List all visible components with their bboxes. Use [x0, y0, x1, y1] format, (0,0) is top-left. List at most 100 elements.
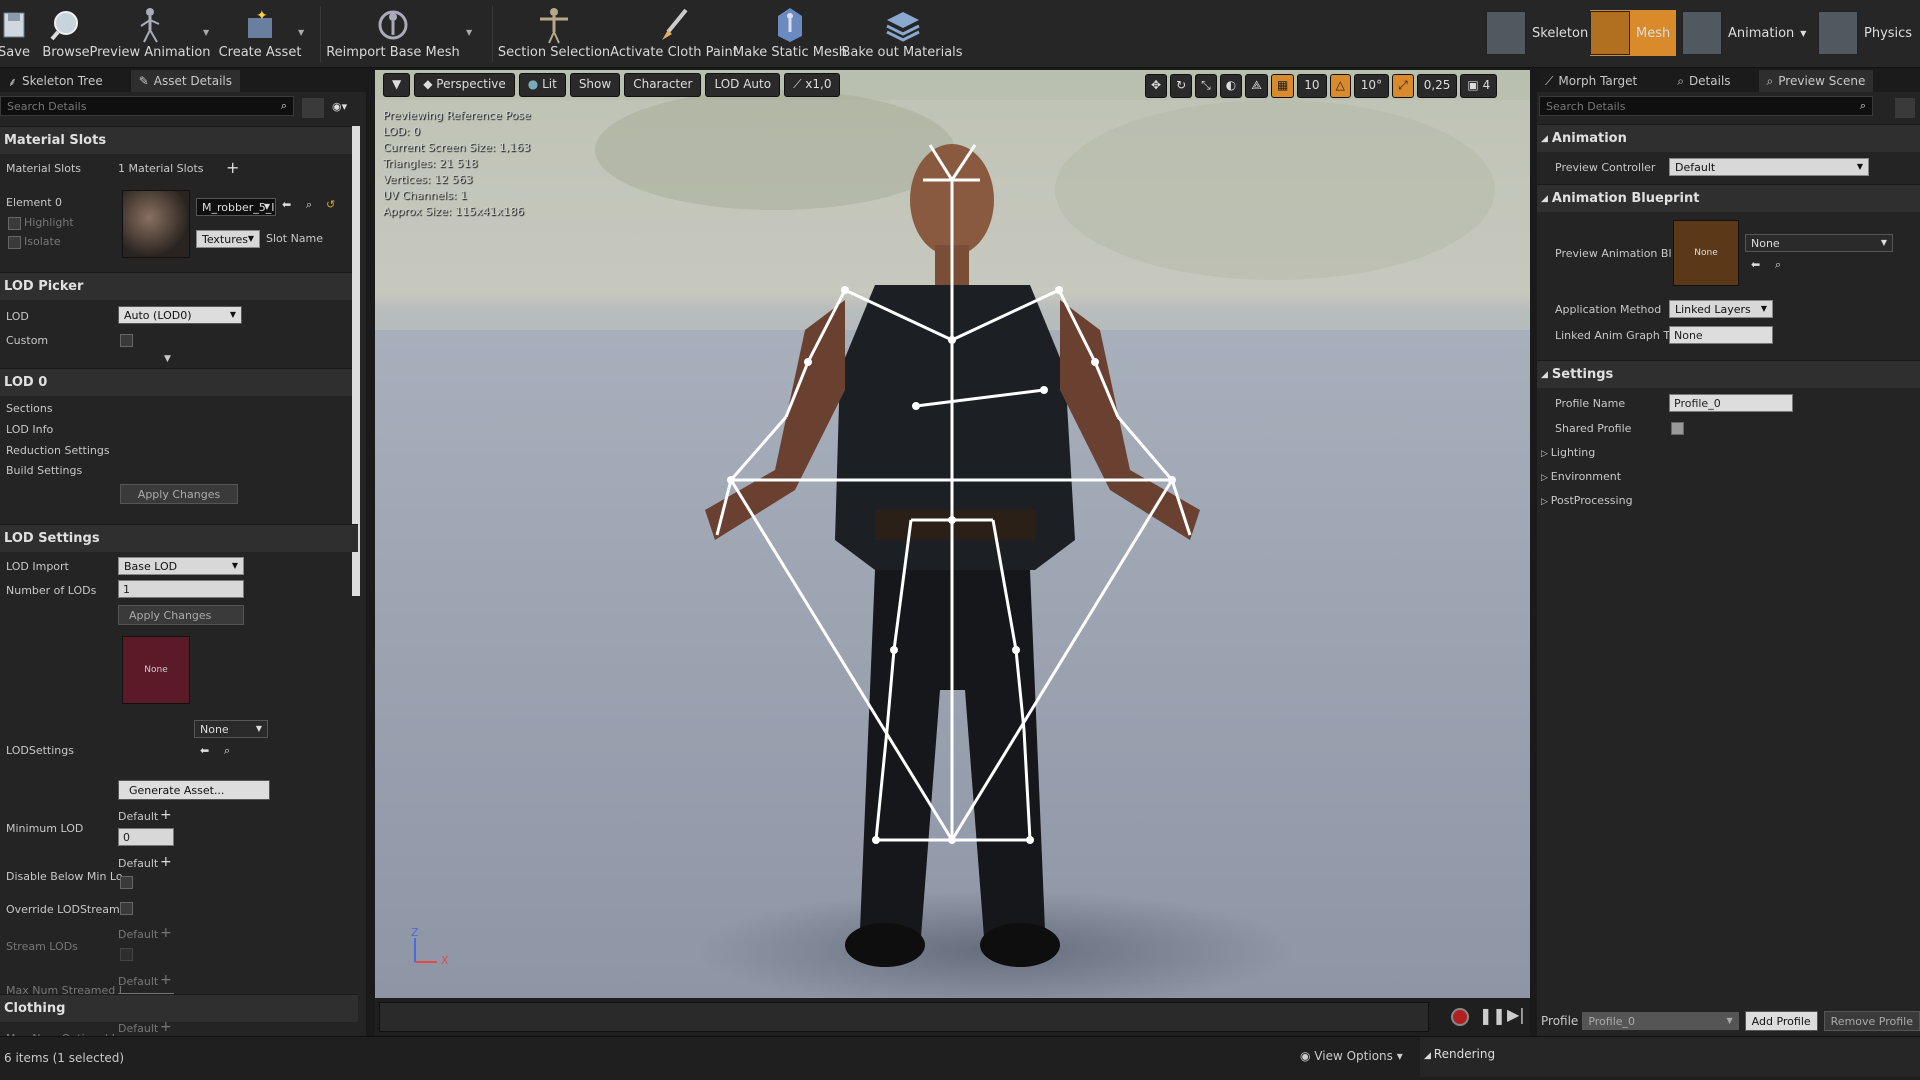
- override-lod-streaming-checkbox[interactable]: [120, 902, 133, 915]
- sections-item[interactable]: Sections: [6, 402, 53, 415]
- view-options-grid-icon[interactable]: [1895, 98, 1915, 118]
- mode-mesh-button[interactable]: Mesh: [1590, 10, 1677, 56]
- custom-checkbox[interactable]: [120, 334, 133, 347]
- lodsettings-thumbnail[interactable]: None: [122, 636, 190, 704]
- apply-changes-button[interactable]: Apply Changes: [120, 484, 238, 504]
- lod-import-dropdown[interactable]: Base LOD ▼: [118, 557, 244, 575]
- clothing-header[interactable]: Clothing: [0, 994, 358, 1022]
- rotation-snap-icon[interactable]: △: [1329, 74, 1351, 98]
- expand-arrow-icon[interactable]: ▼: [164, 354, 171, 364]
- material-dropdown[interactable]: M_robber_5_I ▼: [196, 198, 276, 216]
- material-slots-header[interactable]: Material Slots: [0, 126, 358, 154]
- scale-icon[interactable]: ⤡: [1195, 74, 1217, 98]
- tab-details[interactable]: ⌕ Details: [1669, 70, 1738, 92]
- camera-speed-button[interactable]: ▣ 4: [1460, 74, 1498, 98]
- tab-preview-scene[interactable]: ⌕ Preview Scene: [1758, 70, 1874, 92]
- timeline-track[interactable]: [379, 1002, 1429, 1032]
- reimport-dropdown-icon[interactable]: ▼: [466, 28, 472, 37]
- view-options-button[interactable]: ◉ View Options ▾: [1300, 1049, 1403, 1063]
- lod-picker-header[interactable]: LOD Picker: [0, 272, 358, 300]
- pause-icon[interactable]: ❚❚: [1479, 1006, 1506, 1025]
- add-platform-override-icon[interactable]: +: [160, 807, 172, 823]
- add-platform-override-icon[interactable]: +: [160, 854, 172, 870]
- tab-skeleton-tree[interactable]: ⸙ Skeleton Tree: [0, 70, 111, 92]
- reduction-settings-item[interactable]: Reduction Settings: [6, 444, 110, 457]
- bake-out-materials-button[interactable]: Bake out Materials: [841, 0, 963, 66]
- section-selection-button[interactable]: Section Selection: [498, 0, 610, 66]
- profile-name-input[interactable]: Profile_0: [1669, 394, 1793, 412]
- save-button[interactable]: Save: [0, 0, 30, 66]
- highlight-checkbox[interactable]: [8, 217, 21, 230]
- right-search-input[interactable]: Search Details ⌕: [1539, 96, 1873, 116]
- scale-snap-value[interactable]: 0,25: [1416, 74, 1458, 98]
- shared-profile-checkbox[interactable]: [1671, 422, 1684, 435]
- scale-snap-icon[interactable]: ⤢: [1392, 74, 1414, 98]
- browse-asset-icon[interactable]: ⌕: [1775, 258, 1781, 272]
- translate-icon[interactable]: ✥: [1145, 74, 1168, 98]
- environment-subsection[interactable]: ▷ Environment: [1541, 470, 1621, 483]
- minimum-lod-input[interactable]: 0: [118, 828, 174, 846]
- preview-anim-dropdown[interactable]: None ▼: [1745, 234, 1893, 252]
- make-static-mesh-button[interactable]: Make Static Mesh: [733, 0, 847, 66]
- build-settings-item[interactable]: Build Settings: [6, 464, 82, 477]
- reimport-base-mesh-button[interactable]: Reimport Base Mesh: [326, 0, 460, 66]
- lodsettings-dropdown[interactable]: None ▼: [194, 720, 268, 738]
- show-button[interactable]: Show: [569, 73, 621, 97]
- lod-info-item[interactable]: LOD Info: [6, 423, 53, 436]
- mode-animation-button[interactable]: Animation ▼: [1682, 10, 1806, 56]
- apply-changes-lods-button[interactable]: Apply Changes: [118, 605, 244, 625]
- rotate-icon[interactable]: ↻: [1170, 74, 1193, 98]
- preview-animation-button[interactable]: Preview Animation: [90, 0, 211, 66]
- perspective-button[interactable]: ◆ Perspective: [414, 73, 515, 97]
- create-asset-dropdown-icon[interactable]: ▼: [298, 28, 304, 37]
- view-options-grid-icon[interactable]: [302, 98, 324, 118]
- create-asset-button[interactable]: ✦ Create Asset: [219, 0, 302, 66]
- postprocessing-subsection[interactable]: ▷ PostProcessing: [1541, 494, 1633, 507]
- tab-morph-target[interactable]: ⟋ Morph Target: [1537, 70, 1645, 92]
- left-search-input[interactable]: Search Details ⌕: [0, 96, 294, 116]
- surface-snap-icon[interactable]: ⟁: [1245, 74, 1268, 98]
- world-local-icon[interactable]: ◐: [1219, 74, 1243, 98]
- material-thumbnail[interactable]: [122, 190, 190, 258]
- lod0-header[interactable]: LOD 0: [0, 368, 358, 396]
- lod-dropdown[interactable]: Auto (LOD0) ▼: [118, 306, 242, 324]
- mode-physics-button[interactable]: Physics: [1818, 10, 1912, 56]
- use-selected-arrow-icon[interactable]: ⬅: [1751, 258, 1760, 271]
- tab-asset-details[interactable]: ✎ Asset Details: [130, 70, 241, 92]
- use-selected-arrow-icon[interactable]: ⬅: [282, 198, 291, 211]
- mode-skeleton-button[interactable]: Skeleton: [1486, 10, 1588, 56]
- add-profile-button[interactable]: Add Profile: [1744, 1011, 1818, 1031]
- activate-cloth-paint-button[interactable]: Activate Cloth Paint: [610, 0, 738, 66]
- eye-visibility-icon[interactable]: ◉▾: [332, 100, 347, 113]
- disable-below-min-lod-checkbox[interactable]: [120, 876, 133, 889]
- preview-controller-dropdown[interactable]: Default ▼: [1669, 158, 1869, 176]
- record-button[interactable]: [1451, 1008, 1469, 1026]
- use-selected-arrow-icon[interactable]: ⬅: [200, 744, 209, 757]
- animation-dropdown-icon[interactable]: ▼: [1800, 29, 1806, 38]
- preview-animation-dropdown-icon[interactable]: ▼: [203, 28, 209, 37]
- profile-dropdown[interactable]: Profile_0 ▼: [1582, 1012, 1739, 1030]
- lod-settings-header[interactable]: LOD Settings: [0, 524, 358, 552]
- lighting-subsection[interactable]: ▷ Lighting: [1541, 446, 1595, 459]
- browse-asset-icon[interactable]: ⌕: [306, 198, 312, 212]
- lit-button[interactable]: ● Lit: [518, 73, 566, 97]
- grid-snap-value[interactable]: 10: [1297, 74, 1327, 98]
- step-forward-icon[interactable]: ▶|: [1507, 1005, 1525, 1024]
- linked-anim-graph-input[interactable]: None: [1669, 326, 1773, 344]
- viewport-options-dropdown[interactable]: ▼: [383, 73, 411, 97]
- animation-section-header[interactable]: ◢ Animation: [1537, 124, 1920, 152]
- settings-section-header[interactable]: ◢ Settings: [1537, 360, 1920, 388]
- add-platform-override-icon[interactable]: +: [160, 972, 172, 988]
- character-button[interactable]: Character: [624, 73, 702, 97]
- rotation-snap-value[interactable]: 10°: [1353, 74, 1390, 98]
- isolate-checkbox[interactable]: [8, 236, 21, 249]
- lod-auto-button[interactable]: LOD Auto: [705, 73, 781, 97]
- browse-asset-icon[interactable]: ⌕: [224, 744, 230, 758]
- grid-snap-icon[interactable]: ▦: [1270, 74, 1295, 98]
- application-method-dropdown[interactable]: Linked Layers ▼: [1669, 300, 1773, 318]
- anim-blueprint-section-header[interactable]: ◢ Animation Blueprint: [1537, 184, 1920, 212]
- viewport[interactable]: ▼ ◆ Perspective ● Lit Show Character LOD…: [375, 70, 1530, 998]
- browse-button[interactable]: Browse: [42, 0, 90, 66]
- stream-lods-checkbox[interactable]: [120, 948, 133, 961]
- preview-anim-thumbnail[interactable]: None: [1673, 220, 1739, 286]
